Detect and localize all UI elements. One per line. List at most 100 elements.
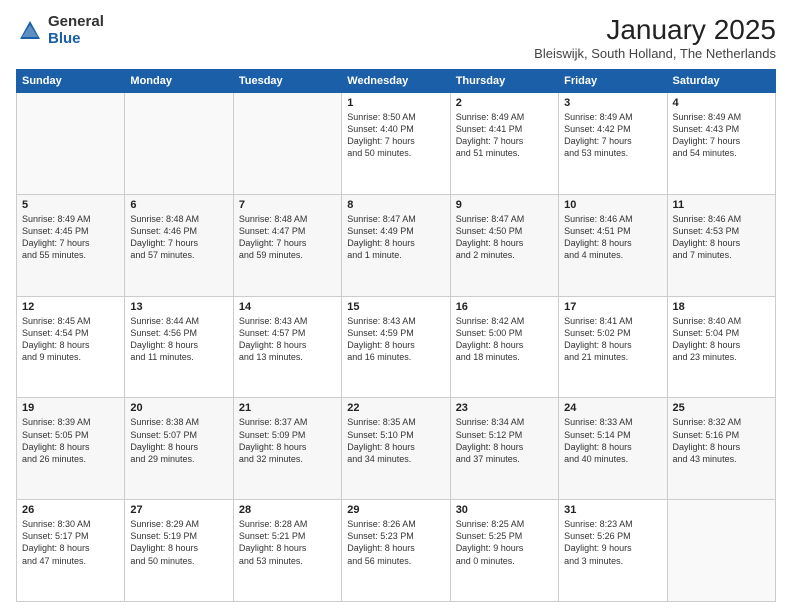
day-number: 3 (564, 97, 661, 109)
day-content: Sunrise: 8:48 AM Sunset: 4:47 PM Dayligh… (239, 213, 336, 262)
day-content: Sunrise: 8:39 AM Sunset: 5:05 PM Dayligh… (22, 416, 119, 465)
day-number: 20 (130, 402, 227, 414)
day-number: 26 (22, 504, 119, 516)
day-number: 23 (456, 402, 553, 414)
day-content: Sunrise: 8:46 AM Sunset: 4:53 PM Dayligh… (673, 213, 770, 262)
day-number: 28 (239, 504, 336, 516)
day-number: 5 (22, 199, 119, 211)
day-content: Sunrise: 8:46 AM Sunset: 4:51 PM Dayligh… (564, 213, 661, 262)
day-content: Sunrise: 8:44 AM Sunset: 4:56 PM Dayligh… (130, 315, 227, 364)
day-cell: 26 Sunrise: 8:30 AM Sunset: 5:17 PM Dayli… (17, 500, 125, 602)
day-number: 18 (673, 301, 770, 313)
day-cell: 20 Sunrise: 8:38 AM Sunset: 5:07 PM Dayli… (125, 398, 233, 500)
day-number: 4 (673, 97, 770, 109)
day-cell: 5 Sunrise: 8:49 AM Sunset: 4:45 PM Daylig… (17, 194, 125, 296)
day-number: 27 (130, 504, 227, 516)
day-number: 1 (347, 97, 444, 109)
day-content: Sunrise: 8:32 AM Sunset: 5:16 PM Dayligh… (673, 416, 770, 465)
location: Bleiswijk, South Holland, The Netherland… (534, 46, 776, 61)
day-cell (125, 93, 233, 195)
day-cell: 31 Sunrise: 8:23 AM Sunset: 5:26 PM Dayli… (559, 500, 667, 602)
day-content: Sunrise: 8:38 AM Sunset: 5:07 PM Dayligh… (130, 416, 227, 465)
day-number: 19 (22, 402, 119, 414)
day-number: 30 (456, 504, 553, 516)
day-content: Sunrise: 8:30 AM Sunset: 5:17 PM Dayligh… (22, 518, 119, 567)
day-header-wednesday: Wednesday (342, 70, 450, 93)
day-content: Sunrise: 8:43 AM Sunset: 4:59 PM Dayligh… (347, 315, 444, 364)
day-cell: 23Sunrise: 8:34 AM Sunset: 5:12 PM Dayli… (450, 398, 558, 500)
day-cell: 10 Sunrise: 8:46 AM Sunset: 4:51 PM Dayli… (559, 194, 667, 296)
day-number: 16 (456, 301, 553, 313)
day-number: 8 (347, 199, 444, 211)
days-header-row: SundayMondayTuesdayWednesdayThursdayFrid… (17, 70, 776, 93)
day-content: Sunrise: 8:25 AM Sunset: 5:25 PM Dayligh… (456, 518, 553, 567)
day-number: 24 (564, 402, 661, 414)
day-content: Sunrise: 8:40 AM Sunset: 5:04 PM Dayligh… (673, 315, 770, 364)
week-row-1: 1Sunrise: 8:50 AM Sunset: 4:40 PM Daylig… (17, 93, 776, 195)
day-content: Sunrise: 8:47 AM Sunset: 4:50 PM Dayligh… (456, 213, 553, 262)
day-cell: 12Sunrise: 8:45 AM Sunset: 4:54 PM Dayli… (17, 296, 125, 398)
day-number: 6 (130, 199, 227, 211)
day-header-saturday: Saturday (667, 70, 775, 93)
day-number: 25 (673, 402, 770, 414)
week-row-3: 12Sunrise: 8:45 AM Sunset: 4:54 PM Dayli… (17, 296, 776, 398)
day-content: Sunrise: 8:49 AM Sunset: 4:43 PM Dayligh… (673, 111, 770, 160)
day-content: Sunrise: 8:35 AM Sunset: 5:10 PM Dayligh… (347, 416, 444, 465)
day-header-sunday: Sunday (17, 70, 125, 93)
day-cell (233, 93, 341, 195)
page: General Blue January 2025 Bleiswijk, Sou… (0, 0, 792, 612)
day-number: 13 (130, 301, 227, 313)
day-content: Sunrise: 8:23 AM Sunset: 5:26 PM Dayligh… (564, 518, 661, 567)
day-number: 9 (456, 199, 553, 211)
day-content: Sunrise: 8:29 AM Sunset: 5:19 PM Dayligh… (130, 518, 227, 567)
day-cell: 9 Sunrise: 8:47 AM Sunset: 4:50 PM Daylig… (450, 194, 558, 296)
day-content: Sunrise: 8:48 AM Sunset: 4:46 PM Dayligh… (130, 213, 227, 262)
day-content: Sunrise: 8:33 AM Sunset: 5:14 PM Dayligh… (564, 416, 661, 465)
day-cell: 15 Sunrise: 8:43 AM Sunset: 4:59 PM Dayli… (342, 296, 450, 398)
title-area: January 2025 Bleiswijk, South Holland, T… (534, 14, 776, 61)
day-cell: 18 Sunrise: 8:40 AM Sunset: 5:04 PM Dayli… (667, 296, 775, 398)
day-content: Sunrise: 8:41 AM Sunset: 5:02 PM Dayligh… (564, 315, 661, 364)
logo-text: General Blue (48, 14, 104, 47)
day-cell: 14Sunrise: 8:43 AM Sunset: 4:57 PM Dayli… (233, 296, 341, 398)
day-cell: 25 Sunrise: 8:32 AM Sunset: 5:16 PM Dayli… (667, 398, 775, 500)
day-header-friday: Friday (559, 70, 667, 93)
day-cell: 16 Sunrise: 8:42 AM Sunset: 5:00 PM Dayli… (450, 296, 558, 398)
day-cell: 19 Sunrise: 8:39 AM Sunset: 5:05 PM Dayli… (17, 398, 125, 500)
week-row-2: 5 Sunrise: 8:49 AM Sunset: 4:45 PM Daylig… (17, 194, 776, 296)
day-number: 10 (564, 199, 661, 211)
day-number: 17 (564, 301, 661, 313)
day-content: Sunrise: 8:42 AM Sunset: 5:00 PM Dayligh… (456, 315, 553, 364)
day-cell (17, 93, 125, 195)
month-title: January 2025 (534, 14, 776, 46)
day-content: Sunrise: 8:49 AM Sunset: 4:45 PM Dayligh… (22, 213, 119, 262)
calendar: SundayMondayTuesdayWednesdayThursdayFrid… (16, 69, 776, 602)
day-cell: 6 Sunrise: 8:48 AM Sunset: 4:46 PM Daylig… (125, 194, 233, 296)
day-number: 15 (347, 301, 444, 313)
day-cell (667, 500, 775, 602)
day-content: Sunrise: 8:47 AM Sunset: 4:49 PM Dayligh… (347, 213, 444, 262)
day-number: 29 (347, 504, 444, 516)
day-content: Sunrise: 8:26 AM Sunset: 5:23 PM Dayligh… (347, 518, 444, 567)
logo: General Blue (16, 14, 104, 47)
day-content: Sunrise: 8:37 AM Sunset: 5:09 PM Dayligh… (239, 416, 336, 465)
day-number: 21 (239, 402, 336, 414)
day-number: 12 (22, 301, 119, 313)
day-cell: 8 Sunrise: 8:47 AM Sunset: 4:49 PM Daylig… (342, 194, 450, 296)
day-cell: 4 Sunrise: 8:49 AM Sunset: 4:43 PM Daylig… (667, 93, 775, 195)
day-number: 31 (564, 504, 661, 516)
day-number: 2 (456, 97, 553, 109)
day-cell: 27 Sunrise: 8:29 AM Sunset: 5:19 PM Dayli… (125, 500, 233, 602)
day-cell: 22 Sunrise: 8:35 AM Sunset: 5:10 PM Dayli… (342, 398, 450, 500)
day-cell: 11 Sunrise: 8:46 AM Sunset: 4:53 PM Dayli… (667, 194, 775, 296)
header: General Blue January 2025 Bleiswijk, Sou… (16, 14, 776, 61)
day-header-thursday: Thursday (450, 70, 558, 93)
day-content: Sunrise: 8:49 AM Sunset: 4:42 PM Dayligh… (564, 111, 661, 160)
day-cell: 2Sunrise: 8:49 AM Sunset: 4:41 PM Daylig… (450, 93, 558, 195)
day-header-tuesday: Tuesday (233, 70, 341, 93)
day-cell: 7Sunrise: 8:48 AM Sunset: 4:47 PM Daylig… (233, 194, 341, 296)
day-cell: 21 Sunrise: 8:37 AM Sunset: 5:09 PM Dayli… (233, 398, 341, 500)
day-number: 11 (673, 199, 770, 211)
day-number: 22 (347, 402, 444, 414)
day-cell: 1Sunrise: 8:50 AM Sunset: 4:40 PM Daylig… (342, 93, 450, 195)
